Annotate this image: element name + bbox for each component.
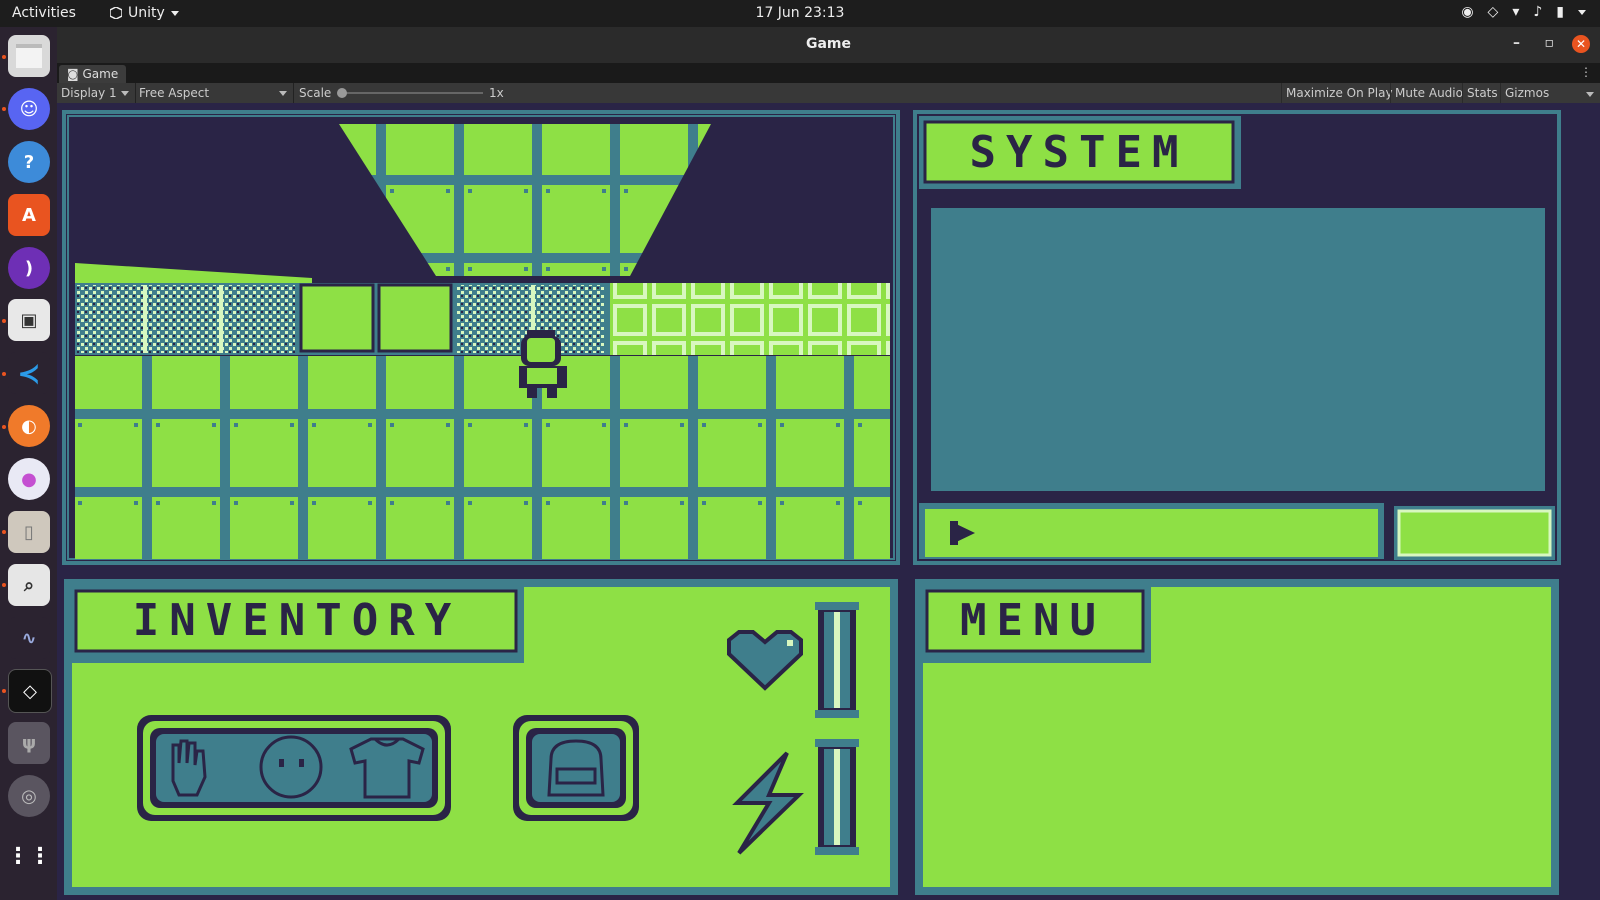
gizmos-chevron-icon[interactable]	[1586, 92, 1594, 97]
scale-value: 1x	[489, 86, 504, 100]
usb-icon[interactable]: ψ	[8, 722, 50, 764]
tab-game[interactable]: ◙ Game	[59, 65, 127, 83]
dock: ☺ ? A ) ▣ ≺ ◐ ● ▯ ⌕ ∿ ◇ ψ ◎ ⋮⋮	[0, 27, 57, 900]
display-dropdown-label: Display 1	[61, 86, 117, 100]
mute-audio-button[interactable]: Mute Audio	[1390, 83, 1467, 103]
app-menu[interactable]: Unity	[110, 5, 179, 21]
help-icon[interactable]: ?	[8, 141, 50, 183]
more-options-icon[interactable]: ⋮	[1580, 65, 1592, 79]
screenshot-icon[interactable]: ⌕	[8, 564, 50, 606]
gamepad-icon: ◙	[67, 67, 79, 81]
battery-icon[interactable]: ▮	[1556, 4, 1564, 20]
vscode-icon[interactable]: ≺	[8, 352, 50, 394]
system-title: SYSTEM	[970, 127, 1189, 178]
krita-icon[interactable]: ●	[8, 458, 50, 500]
system-panel	[913, 110, 1561, 565]
inventory-title: INVENTORY	[133, 595, 461, 646]
aspect-dropdown[interactable]: Free Aspect	[135, 83, 294, 103]
twitch-icon[interactable]: ▣	[8, 299, 50, 341]
system-submit-button[interactable]	[1397, 509, 1552, 557]
firefox-icon[interactable]: ◐	[8, 405, 50, 447]
main-scene-panel	[62, 110, 900, 565]
system-menu-chevron-icon[interactable]	[1578, 9, 1586, 15]
app-center-icon[interactable]: A	[8, 194, 50, 236]
wall-grate-left	[77, 285, 295, 353]
chevron-down-icon	[279, 91, 287, 96]
gizmos-button[interactable]: Gizmos	[1500, 83, 1553, 103]
wall-panel-1	[299, 283, 375, 353]
close-button[interactable]: ✕	[1572, 35, 1590, 53]
app-grid-icon[interactable]: ⋮⋮	[7, 835, 51, 877]
aspect-dropdown-label: Free Aspect	[139, 86, 210, 100]
menu-title: MENU	[960, 595, 1106, 646]
energy-bar-fill	[834, 749, 840, 845]
activities-button[interactable]: Activities	[12, 5, 76, 21]
health-bar-fill	[834, 612, 840, 708]
unity-window: Game – ▫ ✕ ◙ Game ⋮ Display 1 Free Aspec…	[57, 27, 1600, 900]
wall-panel-2	[377, 283, 453, 353]
display-dropdown[interactable]: Display 1	[57, 83, 136, 103]
health-bar	[815, 602, 859, 718]
archive-icon[interactable]: ▯	[8, 511, 50, 553]
face-icon[interactable]	[259, 735, 323, 799]
game-toolbar: Display 1 Free Aspect Scale 1x Maximize …	[57, 83, 1600, 103]
chevron-down-icon	[121, 91, 129, 96]
maximize-on-play-button[interactable]: Maximize On Play	[1281, 83, 1397, 103]
unity-tray-icon[interactable]: ◇	[1488, 4, 1499, 20]
system-message-area	[931, 208, 1545, 491]
wall-windows	[610, 283, 890, 355]
bag-icon[interactable]	[547, 739, 605, 797]
scale-slider-track[interactable]	[341, 92, 483, 94]
scale-slider-handle[interactable]	[337, 88, 347, 98]
clock[interactable]: 17 Jun 23:13	[756, 5, 845, 21]
window-titlebar: Game – ▫ ✕	[57, 27, 1600, 63]
system-tray: ◉ ◇ ▾ ♪ ▮	[1461, 4, 1586, 20]
chevron-down-icon	[170, 10, 179, 16]
menu-content-area	[923, 663, 1551, 887]
game-canvas: SYSTEM INVENTORY MENU	[62, 110, 1561, 895]
tab-bar: ◙ Game ⋮	[57, 63, 1600, 83]
stats-button[interactable]: Stats	[1462, 83, 1502, 103]
wifi-icon[interactable]: ▾	[1512, 4, 1519, 20]
app-menu-label: Unity	[128, 5, 165, 21]
unity-icon[interactable]: ◇	[8, 669, 52, 713]
game-view[interactable]: SYSTEM INVENTORY MENU	[57, 103, 1600, 900]
energy-bar	[815, 739, 859, 855]
unity-logo-icon	[110, 7, 122, 19]
system-input-field[interactable]	[925, 509, 1378, 557]
maximize-button[interactable]: ▫	[1545, 35, 1555, 51]
window-title: Game	[805, 36, 852, 52]
discord-icon[interactable]: ☺	[8, 88, 50, 130]
system-monitor-icon[interactable]: ∿	[8, 617, 50, 659]
scale-label: Scale	[299, 86, 332, 100]
floor-tiles	[75, 356, 890, 559]
disc-icon[interactable]: ◎	[8, 775, 50, 817]
podcast-icon[interactable]: )	[8, 247, 50, 289]
volume-icon[interactable]: ♪	[1533, 4, 1542, 20]
minimize-button[interactable]: –	[1513, 35, 1520, 51]
tab-game-label: Game	[82, 67, 119, 81]
system-top-bar: Activities Unity 17 Jun 23:13 ◉ ◇ ▾ ♪ ▮	[0, 0, 1600, 27]
discord-tray-icon[interactable]: ◉	[1461, 4, 1473, 20]
files-icon[interactable]	[8, 35, 50, 77]
